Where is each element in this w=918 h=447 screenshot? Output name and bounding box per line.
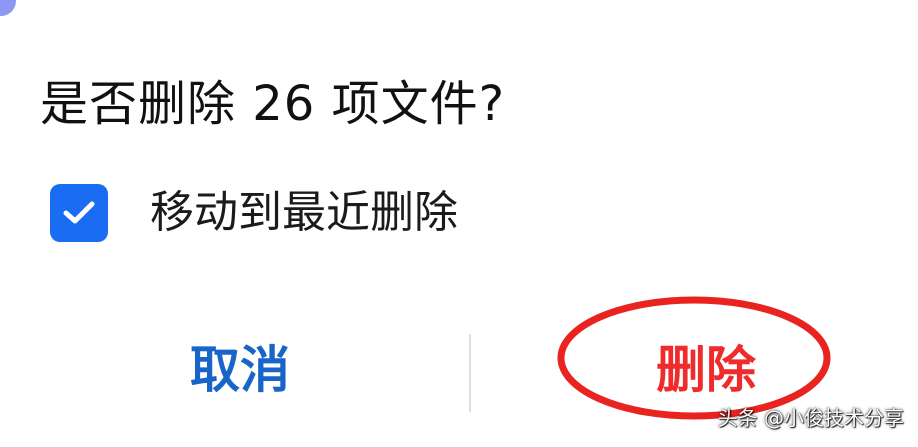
move-to-recently-deleted-option[interactable]: 移动到最近删除 xyxy=(50,182,458,244)
cancel-button[interactable]: 取消 xyxy=(180,335,300,405)
button-divider xyxy=(469,334,471,412)
move-to-recently-deleted-label: 移动到最近删除 xyxy=(150,187,458,238)
dialog-actions: 取消 删除 xyxy=(0,330,918,416)
dialog-title: 是否删除 26 项文件? xyxy=(40,76,506,132)
delete-button[interactable]: 删除 xyxy=(646,335,766,405)
top-edge xyxy=(0,0,918,22)
watermark: 头条 @小俊技术分享 xyxy=(717,406,904,430)
move-to-recently-deleted-checkbox[interactable] xyxy=(50,184,108,242)
delete-confirmation-dialog: 是否删除 26 项文件? 移动到最近删除 取消 删除 头条 @小俊技术分享 xyxy=(0,0,918,447)
checkmark-icon xyxy=(63,201,95,224)
